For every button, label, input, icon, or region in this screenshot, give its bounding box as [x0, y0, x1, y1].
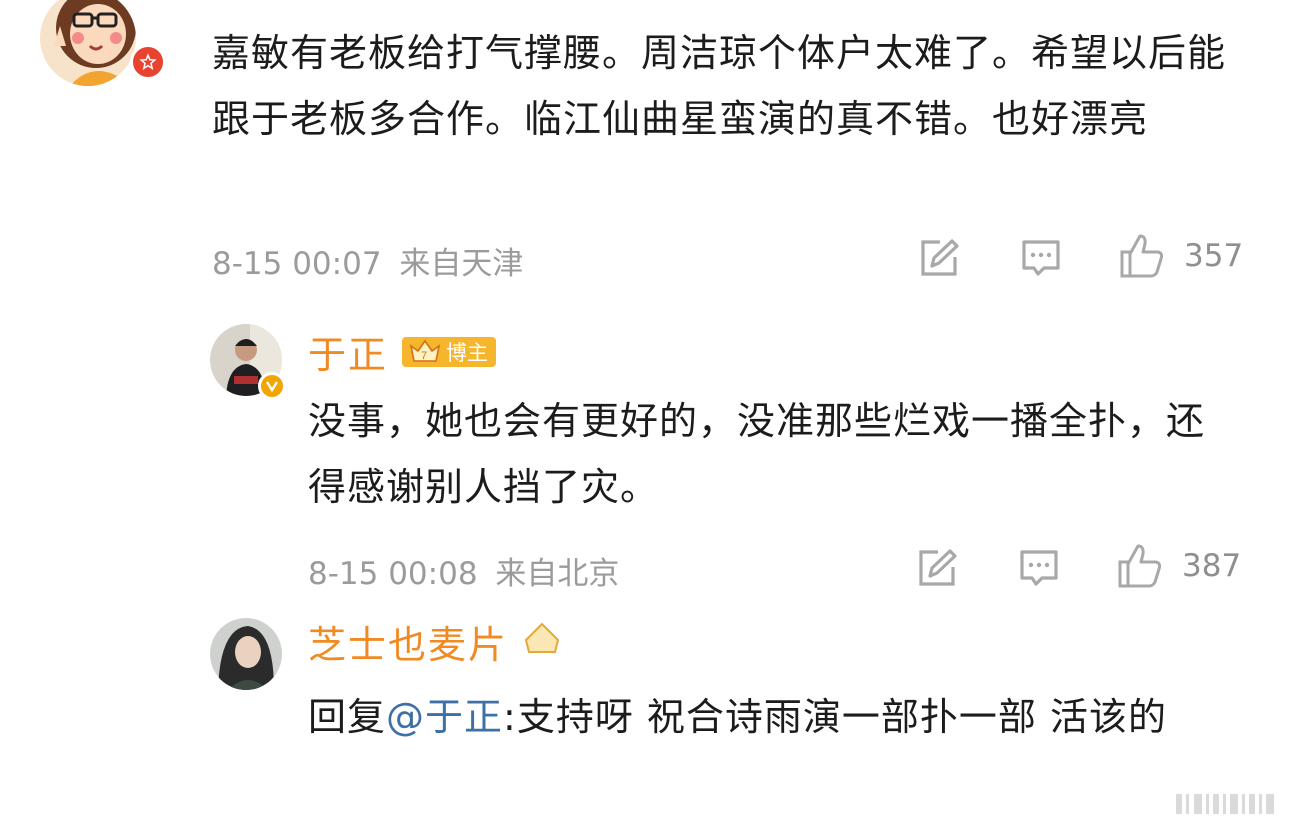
like-thumb-icon	[1118, 544, 1162, 588]
mention-link[interactable]: @于正	[386, 695, 503, 739]
share-button[interactable]	[918, 238, 960, 282]
share-edit-icon	[921, 239, 959, 276]
svg-text:7: 7	[421, 350, 427, 362]
verified-badge-icon	[130, 44, 166, 80]
reply-body: :支持呀 祝合诗雨演一部扑一部 活该的	[503, 695, 1167, 739]
reply-button[interactable]	[1018, 548, 1060, 592]
comment-text: 回复@于正:支持呀 祝合诗雨演一部扑一部 活该的	[308, 684, 1238, 750]
reply-prefix: 回复	[308, 695, 387, 739]
comment-text: 没事，她也会有更好的，没准那些烂戏一播全扑，还得感谢别人挡了灾。	[308, 399, 1206, 509]
comment-text: 嘉敏有老板给打气撑腰。周洁琼个体户太难了。希望以后能跟于老板多合作。临江仙曲星蛮…	[212, 31, 1227, 141]
like-count: 387	[1182, 548, 1242, 584]
crown-icon	[524, 622, 560, 653]
crown-icon: 7	[409, 339, 441, 362]
like-count: 357	[1184, 238, 1244, 274]
reply-button[interactable]	[1020, 238, 1062, 282]
comment-time: 8-15 00:08	[308, 556, 478, 592]
username[interactable]: 于正	[308, 324, 388, 379]
badge-label: 博主	[446, 340, 489, 365]
comment-author-row: 芝士也麦片	[308, 612, 562, 664]
comment-meta: 8-15 00:07 来自天津	[212, 238, 523, 283]
comment-time: 8-15 00:07	[212, 246, 382, 282]
comment-author-row: 于正 7 博主	[308, 324, 497, 379]
avatar-illustration	[40, 0, 136, 86]
avatar-photo	[210, 618, 282, 690]
verified-badge-icon	[258, 372, 286, 400]
avatar[interactable]	[40, 0, 136, 86]
username[interactable]: 芝士也麦片	[308, 614, 508, 664]
share-button[interactable]	[916, 548, 958, 592]
comment-location: 来自天津	[399, 246, 524, 282]
comment-icon	[1020, 550, 1058, 586]
comment-meta: 8-15 00:08 来自北京	[308, 548, 619, 593]
watermark	[1176, 790, 1280, 818]
like-button[interactable]: 357	[1118, 232, 1243, 280]
share-edit-icon	[919, 549, 957, 586]
like-thumb-icon	[1120, 234, 1164, 278]
comment-location: 来自北京	[495, 556, 620, 592]
comment-icon	[1022, 240, 1060, 276]
avatar[interactable]	[210, 618, 282, 690]
blogger-badge: 7 博主	[402, 336, 497, 367]
like-button[interactable]: 387	[1116, 542, 1241, 590]
